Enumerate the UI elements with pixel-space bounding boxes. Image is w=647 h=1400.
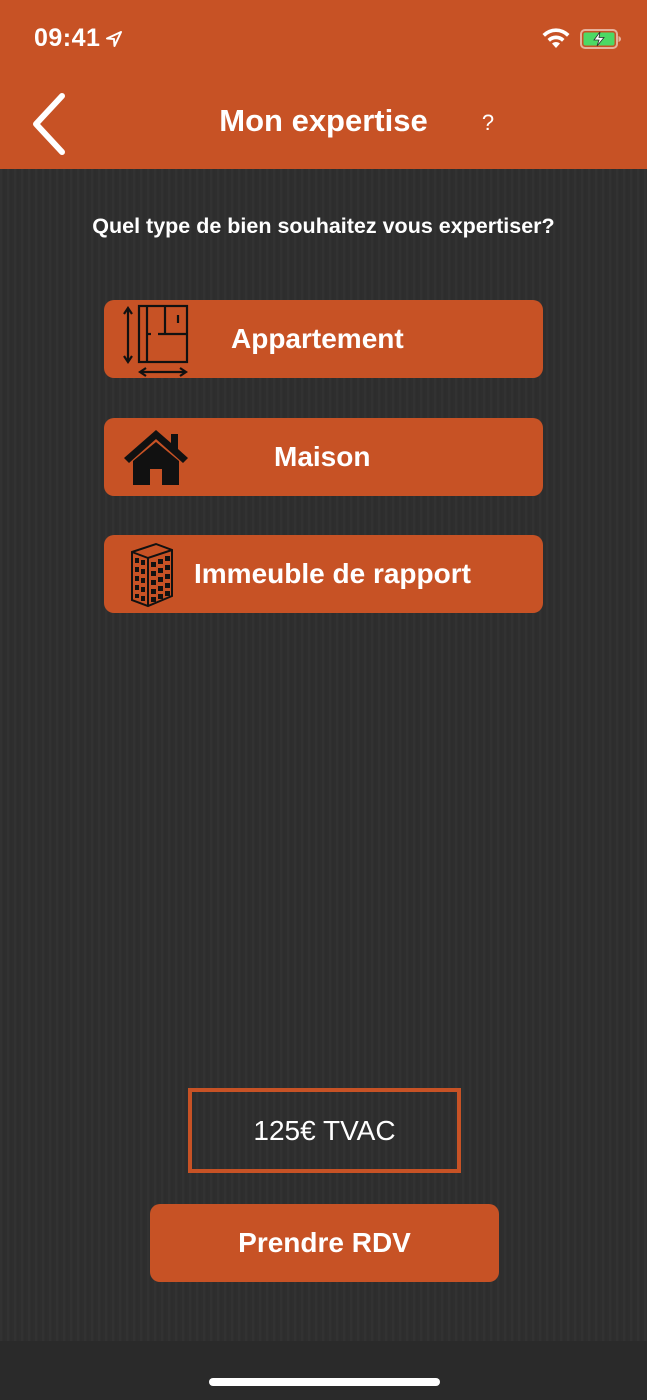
option-maison-button[interactable]: Maison [104, 418, 543, 496]
battery-charging-icon [580, 29, 621, 49]
location-arrow-icon [106, 30, 123, 47]
option-label: Maison [274, 441, 371, 472]
status-time-text: 09:41 [34, 24, 101, 52]
prendre-rdv-button[interactable]: Prendre RDV [150, 1204, 499, 1282]
building-icon [131, 542, 173, 608]
rdv-label: Prendre RDV [238, 1227, 411, 1258]
option-immeuble-button[interactable]: Immeuble de rapport [104, 535, 543, 613]
bottom-bar [0, 1341, 647, 1400]
app-screen: 09:41 Mon expertise ? Quel type de bien … [0, 0, 647, 1400]
price-box: 125€ TVAC [188, 1088, 461, 1173]
question-text: Quel type de bien souhaitez vous experti… [92, 214, 555, 238]
floor-plan-icon [123, 304, 189, 377]
wifi-icon [542, 28, 570, 48]
home-indicator[interactable] [209, 1378, 440, 1386]
status-time: 09:41 [34, 24, 123, 53]
option-label: Appartement [231, 323, 404, 354]
price-text: 125€ TVAC [253, 1114, 396, 1146]
option-appartement-button[interactable]: Appartement [104, 300, 543, 378]
page-title: Mon expertise [219, 103, 428, 138]
help-button[interactable]: ? [475, 110, 501, 140]
header-bar: 09:41 Mon expertise ? [0, 0, 647, 169]
option-label: Immeuble de rapport [194, 558, 471, 589]
house-icon [124, 430, 188, 485]
